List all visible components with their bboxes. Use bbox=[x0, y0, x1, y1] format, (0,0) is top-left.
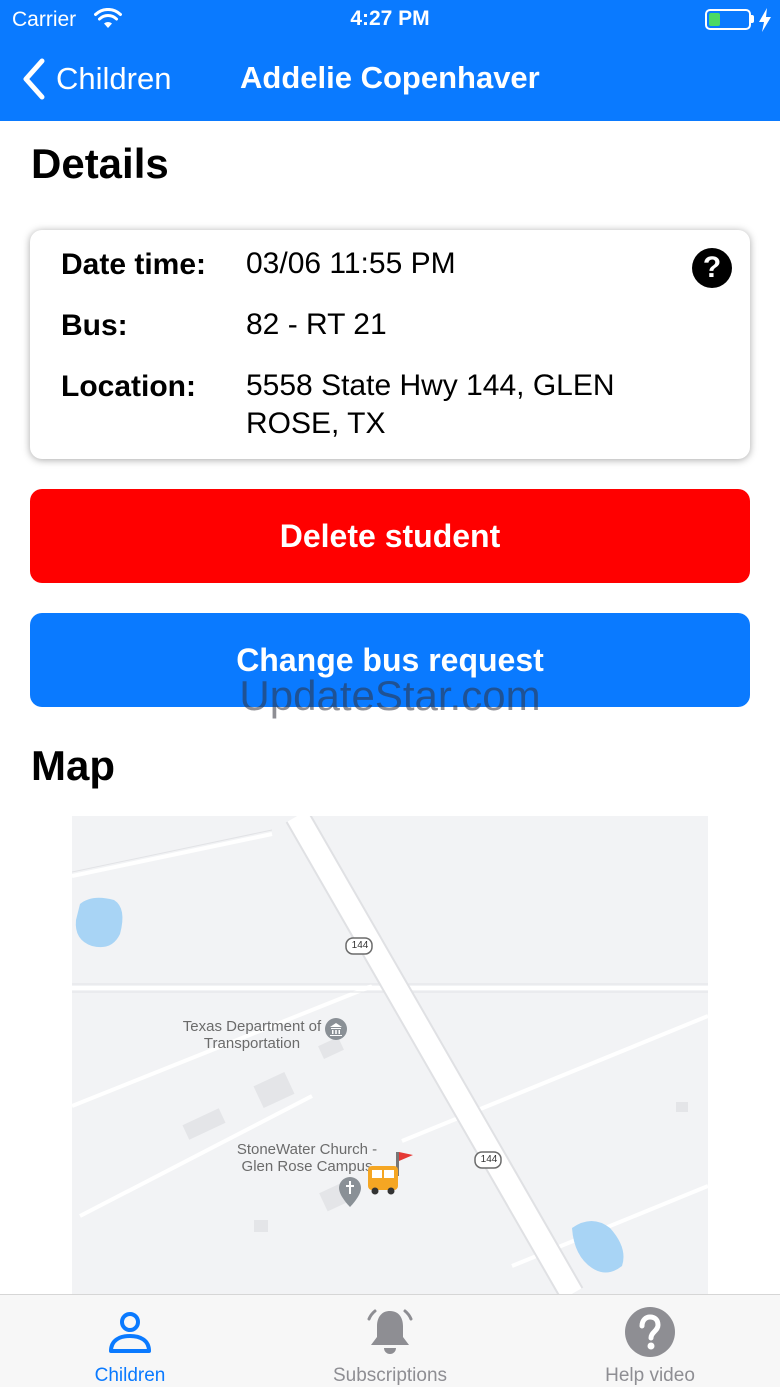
nav-header: Carrier 4:27 PM Children Addelie Copenha… bbox=[0, 0, 780, 121]
date-time-value: 03/06 11:55 PM bbox=[246, 247, 456, 280]
tab-children-label: Children bbox=[94, 1365, 166, 1386]
bus-marker-icon[interactable] bbox=[366, 1150, 414, 1196]
person-icon bbox=[109, 1312, 151, 1353]
question-circle-icon bbox=[625, 1307, 675, 1357]
map-heading: Map bbox=[31, 742, 115, 789]
map-base bbox=[72, 816, 708, 1294]
bus-label: Bus: bbox=[61, 309, 128, 342]
church-pin-icon bbox=[339, 1177, 361, 1207]
battery-level bbox=[709, 13, 720, 26]
battery-icon bbox=[705, 9, 751, 30]
details-card: Date time: 03/06 11:55 PM Bus: 82 - RT 2… bbox=[30, 230, 750, 459]
date-time-label: Date time: bbox=[61, 248, 207, 281]
help-icon[interactable]: ? bbox=[692, 248, 732, 288]
tab-help-video-label: Help video bbox=[605, 1365, 695, 1386]
charging-bolt-icon bbox=[759, 8, 771, 32]
road-shield-144-north: 144 bbox=[351, 940, 369, 951]
tab-help-video[interactable]: Help video bbox=[520, 1295, 780, 1387]
map-view[interactable]: 144 144 Texas Department of Transportati… bbox=[72, 816, 708, 1294]
tab-children[interactable]: Children bbox=[0, 1295, 260, 1387]
back-button[interactable]: Children bbox=[20, 56, 171, 102]
government-building-icon bbox=[325, 1018, 347, 1040]
status-time: 4:27 PM bbox=[350, 7, 430, 30]
tab-subscriptions[interactable]: Subscriptions bbox=[260, 1295, 520, 1387]
bell-icon bbox=[367, 1309, 413, 1354]
tab-bar: Children Subscriptions Help video bbox=[0, 1294, 780, 1387]
page-title: Addelie Copenhaver bbox=[240, 60, 540, 95]
watermark: UpdateStar.com bbox=[239, 672, 541, 719]
poi-label-txdot: Texas Department of Transportation bbox=[182, 1018, 322, 1052]
location-value: 5558 State Hwy 144, GLEN ROSE, TX bbox=[246, 369, 615, 440]
status-bar: Carrier 4:27 PM bbox=[0, 0, 780, 40]
back-label: Children bbox=[56, 61, 172, 96]
bus-value: 82 - RT 21 bbox=[246, 308, 387, 341]
details-heading: Details bbox=[31, 140, 169, 187]
delete-student-button[interactable]: Delete student bbox=[30, 489, 750, 583]
battery-cap bbox=[751, 15, 754, 23]
location-label: Location: bbox=[61, 370, 196, 403]
chevron-left-icon bbox=[23, 58, 45, 100]
road-shield-144-south: 144 bbox=[480, 1154, 498, 1165]
tab-subscriptions-label: Subscriptions bbox=[332, 1365, 448, 1386]
